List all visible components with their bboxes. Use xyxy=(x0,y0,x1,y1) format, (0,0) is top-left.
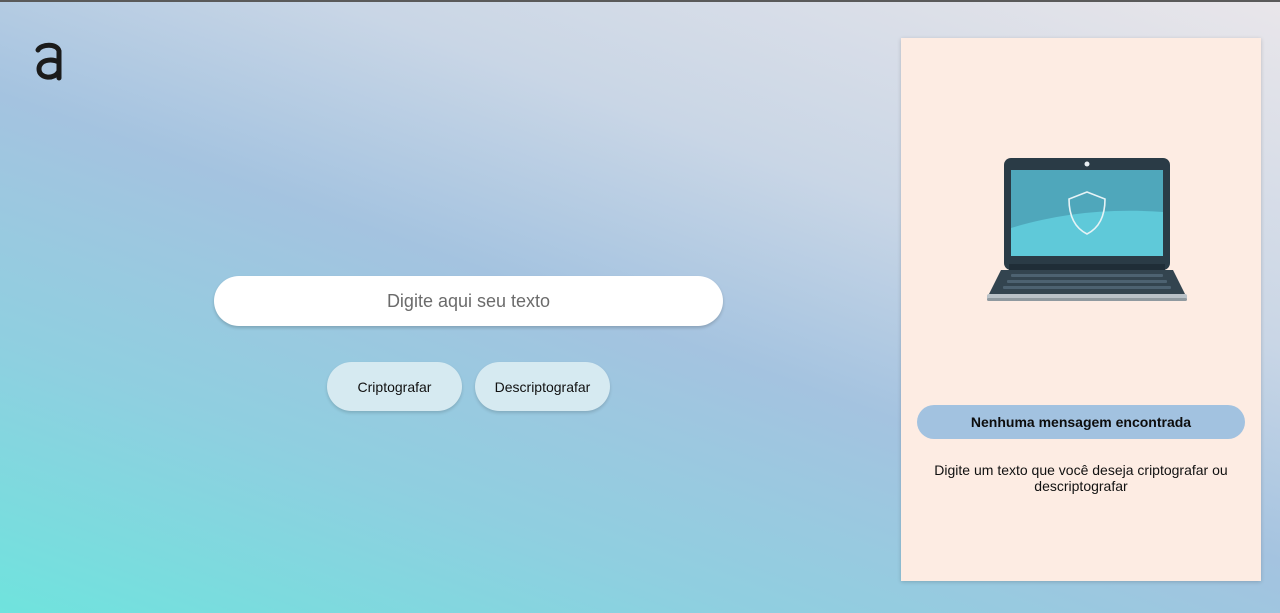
encrypt-button[interactable]: Criptografar xyxy=(327,362,462,411)
no-message-title: Nenhuma mensagem encontrada xyxy=(917,405,1245,439)
decrypt-button[interactable]: Descriptografar xyxy=(475,362,610,411)
output-panel: Nenhuma mensagem encontrada Digite um te… xyxy=(901,38,1261,581)
laptop-shield-icon xyxy=(987,158,1187,304)
no-message-description: Digite um texto que você deseja criptogr… xyxy=(934,462,1228,494)
message-input[interactable] xyxy=(214,276,723,326)
logo-icon xyxy=(33,38,65,82)
